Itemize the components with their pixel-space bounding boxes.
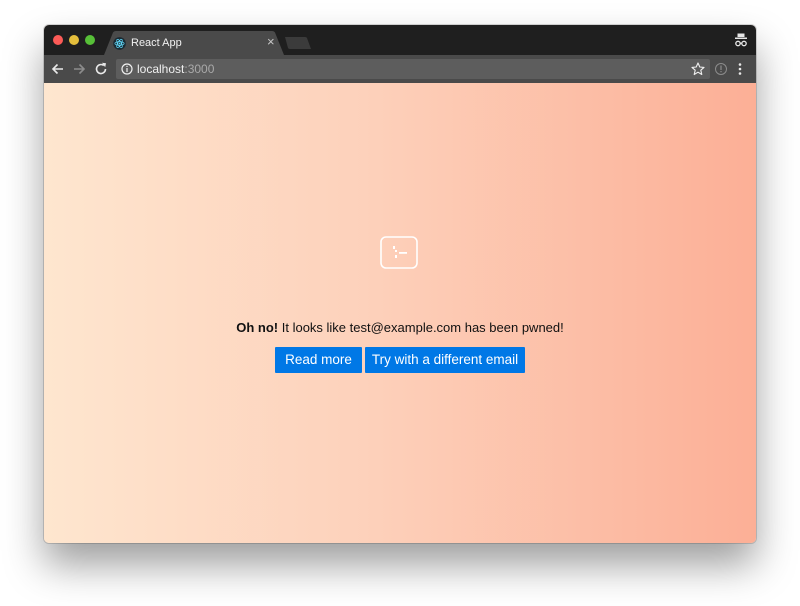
browser-toolbar: localhost:3000 <box>44 55 756 83</box>
window-minimize-button[interactable] <box>69 35 79 45</box>
url-port: :3000 <box>184 62 215 76</box>
window-close-button[interactable] <box>53 35 63 45</box>
vertical-dots-icon[interactable] <box>736 62 744 76</box>
try-different-email-button[interactable]: Try with a different email <box>365 347 525 373</box>
info-icon[interactable] <box>121 63 133 75</box>
window-maximize-button[interactable] <box>85 35 95 45</box>
incognito-icon <box>735 33 747 47</box>
react-logo-icon <box>113 37 126 50</box>
extension-icon[interactable] <box>714 62 728 76</box>
reload-icon[interactable] <box>93 61 109 77</box>
browser-window: React App × localhost:3000 Oh no! It loo… <box>44 25 756 543</box>
title-bar: React App × <box>44 25 756 55</box>
pwned-message: Oh no! It looks like test@example.com ha… <box>44 320 756 335</box>
terminal-icon <box>380 236 418 269</box>
url-text[interactable]: localhost:3000 <box>137 62 214 76</box>
arrow-right-icon[interactable] <box>71 61 87 77</box>
url-host: localhost <box>137 62 185 76</box>
message-emphasis: Oh no! <box>236 320 279 335</box>
message-text: It looks like test@example.com has been … <box>278 320 564 335</box>
address-bar[interactable]: localhost:3000 <box>116 59 710 79</box>
read-more-button[interactable]: Read more <box>275 347 362 373</box>
tab-react-app[interactable]: React App × <box>104 31 284 55</box>
tab-title: React App <box>131 37 182 49</box>
star-icon[interactable] <box>691 62 705 76</box>
page-content: Oh no! It looks like test@example.com ha… <box>44 83 756 543</box>
tab-close-icon[interactable]: × <box>267 35 275 49</box>
arrow-left-icon[interactable] <box>50 61 66 77</box>
new-tab-button[interactable] <box>285 37 311 49</box>
